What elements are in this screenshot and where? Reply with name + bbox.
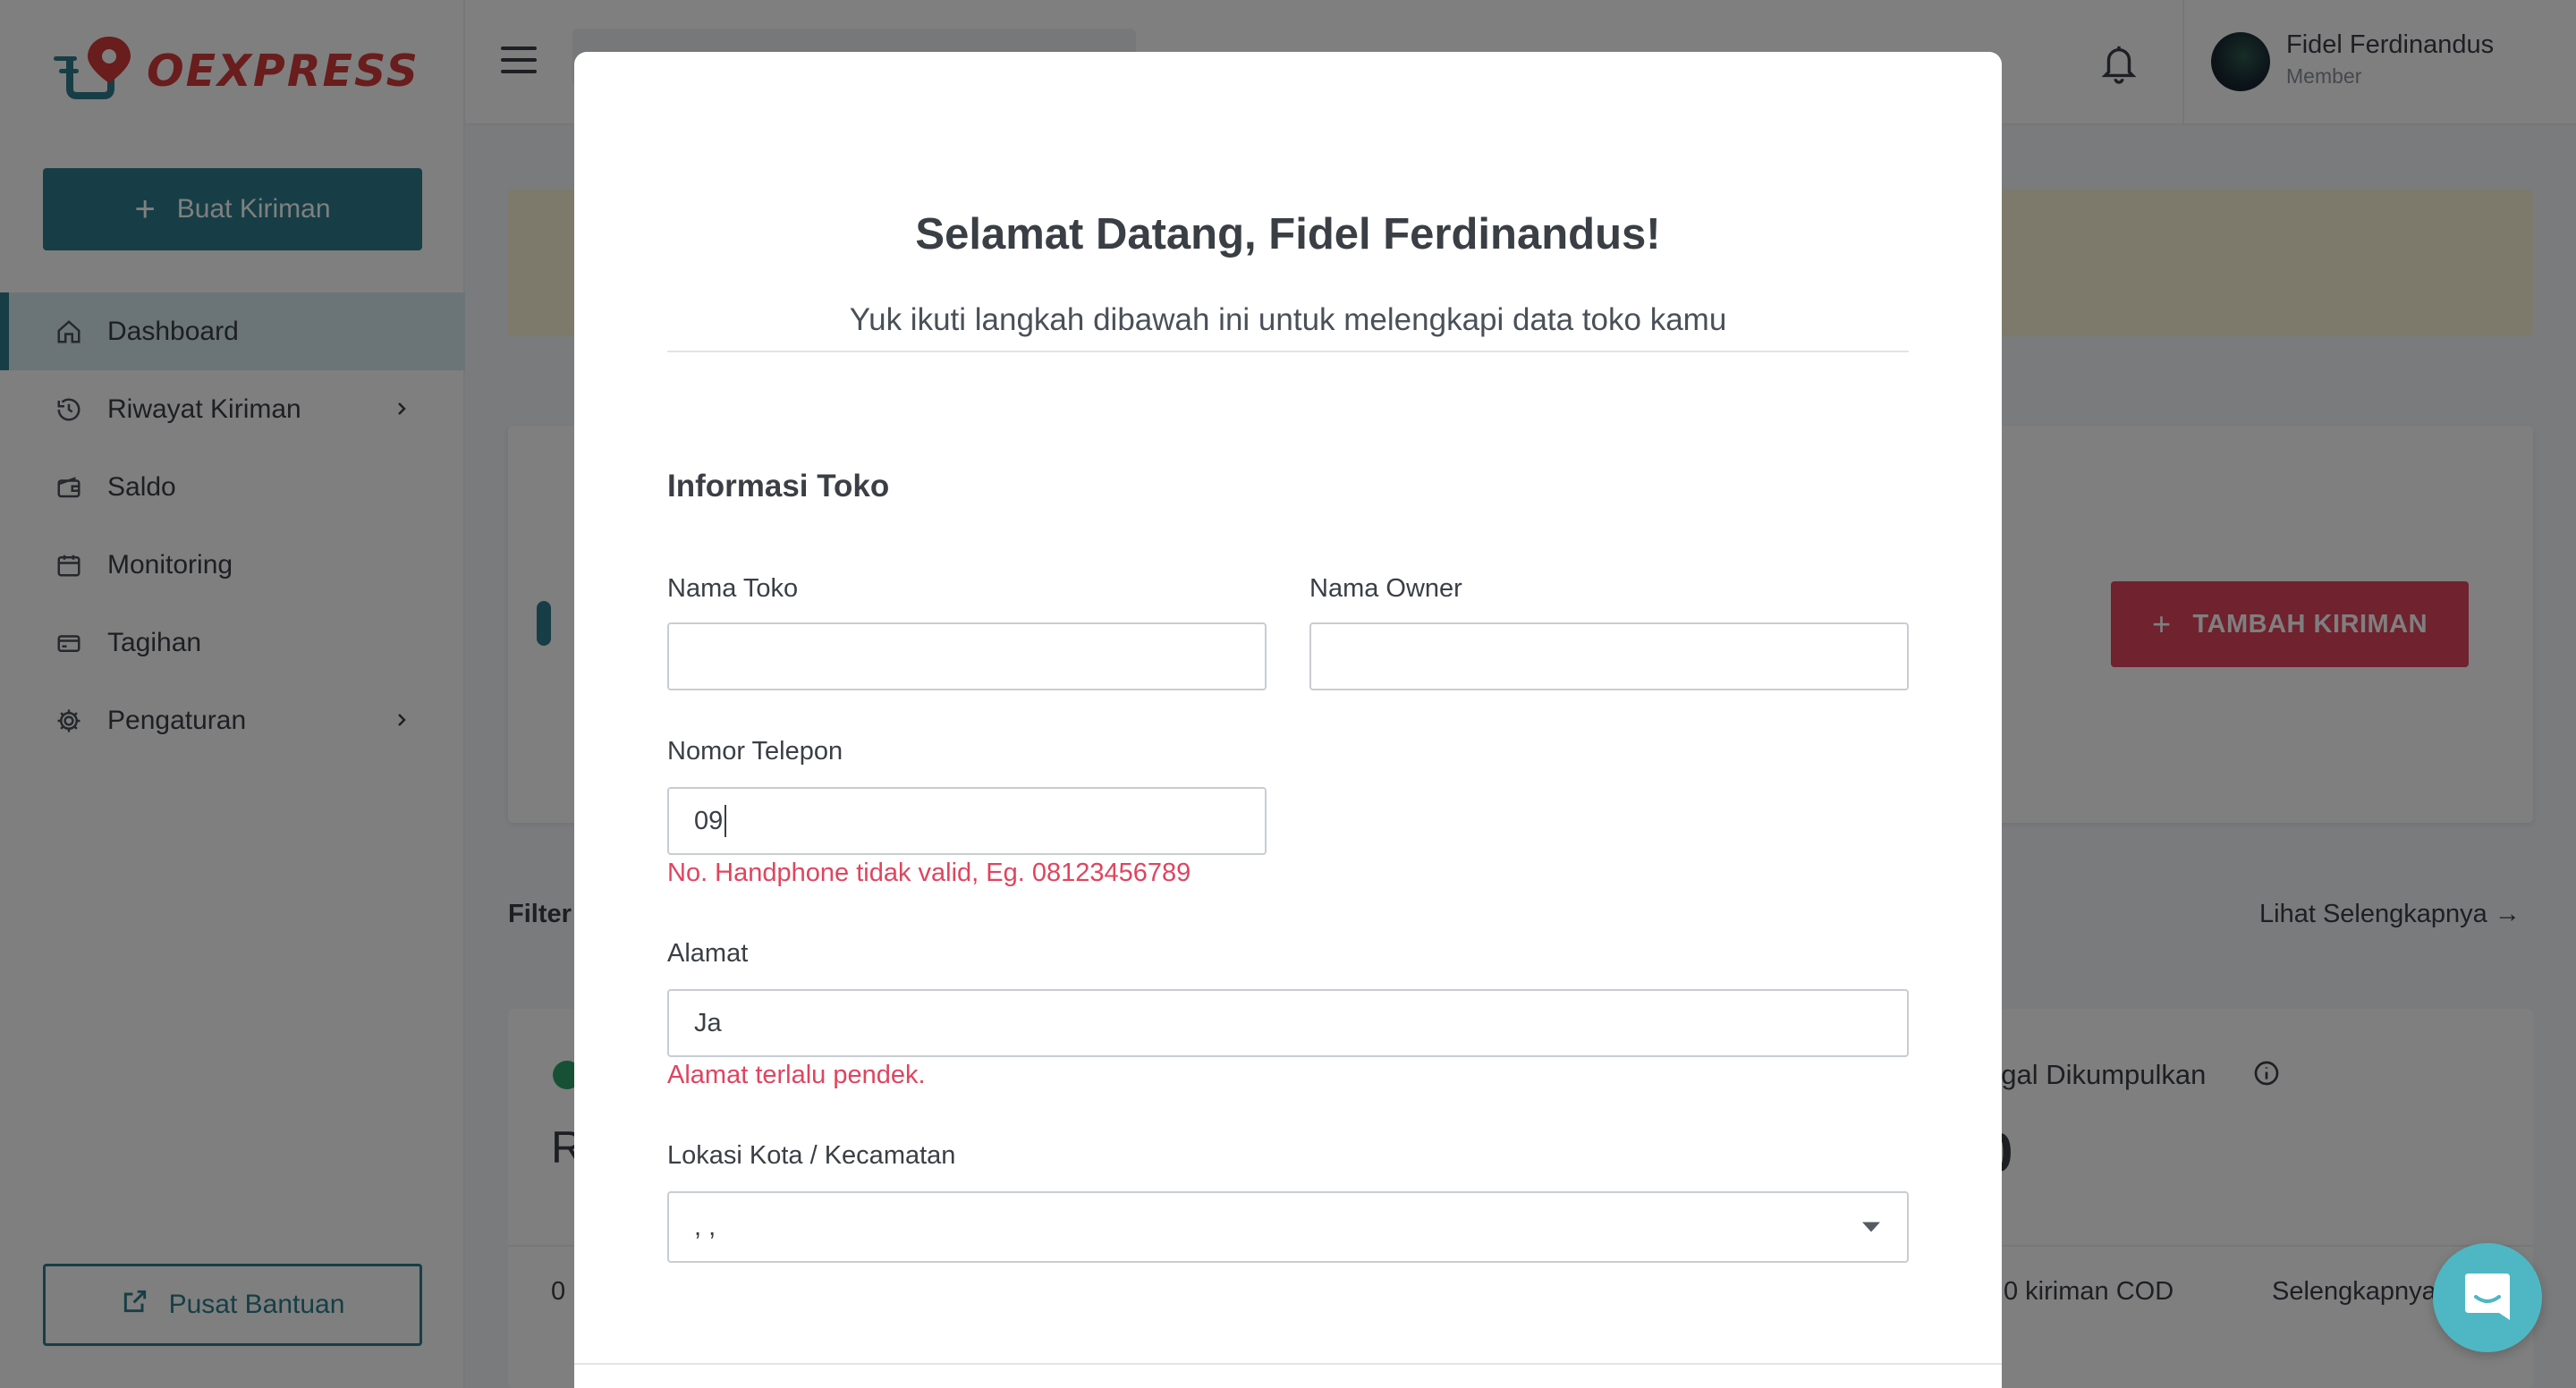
onboarding-modal: Selamat Datang, Fidel Ferdinandus! Yuk i… [574, 52, 2002, 1388]
owner-name-field[interactable] [1309, 622, 1909, 690]
chat-icon [2462, 1270, 2513, 1328]
owner-name-label: Nama Owner [1309, 574, 1462, 603]
modal-footer-divider [574, 1363, 2002, 1365]
modal-title: Selamat Datang, Fidel Ferdinandus! [915, 210, 1661, 258]
location-label: Lokasi Kota / Kecamatan [667, 1141, 956, 1170]
address-field[interactable]: Ja [667, 989, 1909, 1057]
modal-subtitle: Yuk ikuti langkah dibawah ini untuk mele… [849, 302, 1727, 337]
phone-field[interactable]: 09 [667, 787, 1267, 855]
store-name-label: Nama Toko [667, 574, 799, 603]
address-error: Alamat terlalu pendek. [667, 1061, 926, 1089]
phone-label: Nomor Telepon [667, 737, 843, 766]
address-value: Ja [694, 1008, 722, 1037]
phone-error: No. Handphone tidak valid, Eg. 081234567… [667, 859, 1191, 887]
location-value: , , [694, 1212, 716, 1241]
phone-value: 09 [694, 806, 724, 835]
section-title: Informasi Toko [667, 469, 890, 504]
modal-divider [667, 351, 1909, 352]
caret-down-icon [1862, 1222, 1880, 1232]
address-label: Alamat [667, 939, 749, 968]
store-name-field[interactable] [667, 622, 1267, 690]
chat-launcher-button[interactable] [2433, 1243, 2542, 1352]
text-caret [724, 805, 727, 837]
location-select[interactable]: , , [667, 1191, 1909, 1263]
